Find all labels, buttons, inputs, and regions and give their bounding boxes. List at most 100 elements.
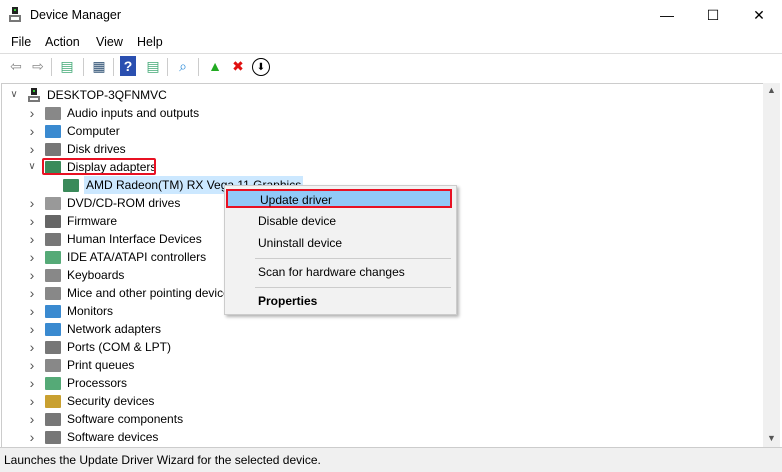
tree-item-label: Disk drives	[67, 142, 126, 156]
tree-item[interactable]: › Computer	[2, 122, 702, 140]
tree-item[interactable]: › Security devices	[2, 392, 702, 410]
tree-item[interactable]: › Software components	[2, 410, 702, 428]
hid-icon	[45, 233, 61, 246]
port-icon	[45, 341, 61, 354]
tree-item[interactable]: › Software devices	[2, 428, 702, 446]
chevron-right-icon[interactable]: ›	[27, 410, 37, 428]
tree-item-label: Software devices	[67, 430, 159, 444]
chevron-right-icon[interactable]: ›	[27, 392, 37, 410]
processor-icon	[45, 377, 61, 390]
menu-separator	[255, 258, 451, 259]
tree-item-label: Monitors	[67, 304, 114, 318]
tree-item-label: Mice and other pointing devices	[67, 286, 236, 300]
chevron-right-icon[interactable]: ›	[27, 104, 37, 122]
tree-item-label: Security devices	[67, 394, 155, 408]
disable-device-icon[interactable]: ⬇	[252, 58, 270, 76]
dvd-icon	[45, 197, 61, 210]
action-pane-icon[interactable]: ▤	[143, 56, 163, 76]
update-driver-label: Update driver	[260, 193, 333, 207]
chevron-right-icon[interactable]: ›	[27, 374, 37, 392]
keyboard-icon	[45, 269, 61, 282]
tree-item-label: Ports (COM & LPT)	[67, 340, 172, 354]
status-text: Launches the Update Driver Wizard for th…	[4, 453, 321, 467]
toolbar-separator	[83, 58, 84, 76]
back-arrow-icon[interactable]: ⇦	[6, 56, 26, 76]
chevron-right-icon[interactable]: ›	[27, 140, 37, 158]
display-adapter-icon	[63, 179, 79, 192]
disk-icon	[45, 143, 61, 156]
firmware-icon	[45, 215, 61, 228]
chevron-right-icon[interactable]: ›	[27, 284, 37, 302]
tree-item[interactable]: › Audio inputs and outputs	[2, 104, 702, 122]
menu-view[interactable]: View	[96, 35, 123, 49]
scroll-up-arrow-icon[interactable]: ▲	[767, 85, 776, 95]
update-driver-icon[interactable]: ▲	[205, 56, 225, 76]
tree-item-label: Audio inputs and outputs	[67, 106, 200, 120]
tree-item-label: Software components	[67, 412, 184, 426]
menu-help[interactable]: Help	[137, 35, 163, 49]
chevron-right-icon[interactable]: ›	[27, 320, 37, 338]
chevron-down-icon[interactable]: ∨	[27, 158, 37, 176]
chevron-right-icon[interactable]: ›	[27, 122, 37, 140]
tree-item-label: Firmware	[67, 214, 117, 228]
properties-icon[interactable]: ▦	[89, 56, 109, 76]
toolbar-separator	[51, 58, 52, 76]
context-menu-item-properties[interactable]: Properties	[258, 294, 317, 308]
chevron-right-icon[interactable]: ›	[27, 428, 37, 446]
tree-item-label: Keyboards	[67, 268, 125, 282]
close-button[interactable]: ✕	[736, 0, 782, 31]
title-bar: Device Manager — ☐ ✕	[0, 0, 782, 31]
speaker-icon	[45, 107, 61, 120]
tree-item-label: Computer	[67, 124, 120, 138]
tree-item[interactable]: › Ports (COM & LPT)	[2, 338, 702, 356]
chevron-right-icon[interactable]: ›	[27, 248, 37, 266]
vertical-scrollbar[interactable]: ▲ ▼	[763, 83, 780, 447]
uninstall-icon[interactable]: ✖	[228, 56, 248, 76]
context-menu-item-disable-device[interactable]: Disable device	[258, 214, 336, 228]
toolbar-separator	[113, 58, 114, 76]
scroll-down-arrow-icon[interactable]: ▼	[767, 433, 776, 443]
tree-item-label: DVD/CD-ROM drives	[67, 196, 181, 210]
context-menu-item-uninstall-device[interactable]: Uninstall device	[258, 236, 342, 250]
tree-item[interactable]: › Print queues	[2, 356, 702, 374]
chevron-right-icon[interactable]: ›	[27, 230, 37, 248]
tree-root-label: DESKTOP-3QFNMVC	[47, 88, 167, 102]
chevron-down-icon[interactable]: ∨	[9, 86, 19, 104]
chevron-right-icon[interactable]: ›	[27, 266, 37, 284]
chevron-right-icon[interactable]: ›	[27, 302, 37, 320]
forward-arrow-icon[interactable]: ⇨	[28, 56, 48, 76]
context-menu: Update driver Disable device Uninstall d…	[224, 185, 457, 315]
chevron-right-icon[interactable]: ›	[27, 212, 37, 230]
chevron-right-icon[interactable]: ›	[27, 356, 37, 374]
context-menu-item-scan-hardware[interactable]: Scan for hardware changes	[258, 265, 405, 279]
ide-icon	[45, 251, 61, 264]
tree-item-label: Network adapters	[67, 322, 162, 336]
context-menu-item-update-driver[interactable]: Update driver	[226, 189, 452, 208]
device-manager-icon	[9, 7, 21, 23]
tree-item-label: Processors	[67, 376, 128, 390]
menu-file[interactable]: File	[11, 35, 31, 49]
tree-item[interactable]: › Processors	[2, 374, 702, 392]
monitor-icon	[45, 305, 61, 318]
highlight-box	[42, 158, 156, 175]
chevron-right-icon[interactable]: ›	[27, 338, 37, 356]
toolbar-separator	[198, 58, 199, 76]
menu-action[interactable]: Action	[45, 35, 80, 49]
minimize-button[interactable]: —	[644, 0, 690, 31]
tree-item-label: IDE ATA/ATAPI controllers	[67, 250, 207, 264]
maximize-button[interactable]: ☐	[690, 0, 736, 31]
tree-item[interactable]: › Network adapters	[2, 320, 702, 338]
security-icon	[45, 395, 61, 408]
tree-item[interactable]: › Disk drives	[2, 140, 702, 158]
tree-item-label: Human Interface Devices	[67, 232, 202, 246]
chevron-right-icon[interactable]: ›	[27, 194, 37, 212]
computer-icon	[45, 125, 61, 138]
tree-item-label: Print queues	[67, 358, 135, 372]
help-icon[interactable]: ?	[120, 56, 136, 76]
show-hide-console-tree-icon[interactable]: ▤	[57, 56, 77, 76]
status-bar: Launches the Update Driver Wizard for th…	[0, 447, 782, 472]
mouse-icon	[45, 287, 61, 300]
window-title: Device Manager	[30, 8, 122, 22]
scan-hardware-icon[interactable]: ⌕	[173, 56, 193, 76]
tree-item[interactable]: ∨ Display adapters	[2, 158, 702, 176]
